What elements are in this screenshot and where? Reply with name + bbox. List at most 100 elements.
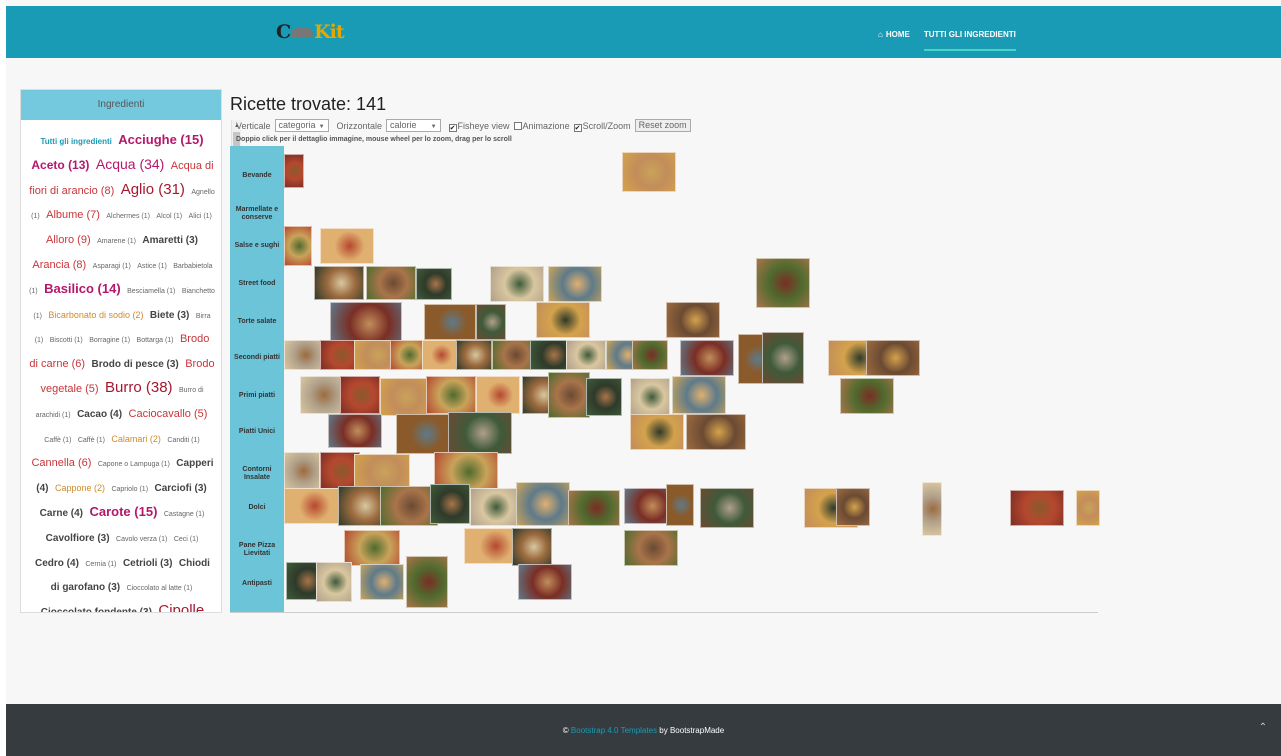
ingredient-tag[interactable]: Capriolo (1)	[111, 486, 148, 493]
ingredient-tag[interactable]: Caffè (1)	[78, 437, 105, 444]
recipe-thumbnail[interactable]	[1076, 490, 1100, 526]
recipe-thumbnail[interactable]	[470, 488, 518, 526]
recipe-thumbnail[interactable]	[840, 378, 894, 414]
recipe-thumbnail[interactable]	[700, 488, 754, 528]
ingredient-tag[interactable]: Amaretti (3)	[142, 235, 198, 246]
recipe-thumbnail[interactable]	[756, 258, 810, 308]
ingredient-tag[interactable]: Amarene (1)	[97, 238, 136, 245]
ingredient-tag[interactable]: Biete (3)	[150, 310, 189, 321]
ingredient-tag[interactable]: Carne (4)	[40, 508, 83, 519]
recipe-thumbnail[interactable]	[516, 482, 570, 526]
recipe-thumbnail[interactable]	[284, 154, 304, 188]
ingredient-tag[interactable]: Bottarga (1)	[137, 337, 174, 344]
ingredient-tag[interactable]: Albume (7)	[46, 209, 100, 221]
recipe-thumbnail[interactable]	[476, 376, 520, 414]
ingredient-tag[interactable]: Alchermes (1)	[106, 213, 150, 220]
recipe-thumbnail[interactable]	[354, 454, 410, 490]
ingredient-tag[interactable]: Biscotti (1)	[50, 337, 83, 344]
recipe-thumbnail[interactable]	[380, 378, 428, 416]
ingredient-tag[interactable]: Cacao (4)	[77, 409, 122, 420]
recipe-thumbnail[interactable]	[406, 556, 448, 608]
ingredient-tag[interactable]: Canditi (1)	[167, 437, 199, 444]
ingredient-tag[interactable]: Cioccolato fondente (3)	[41, 607, 152, 612]
fisheye-checkbox[interactable]: ✔	[448, 123, 457, 132]
vertical-select[interactable]: categoria ▼	[274, 119, 329, 132]
recipe-thumbnail[interactable]	[632, 340, 668, 370]
ingredient-tag[interactable]: Cannella (6)	[31, 457, 91, 469]
ingredient-tag[interactable]: Caciocavallo (5)	[129, 408, 208, 420]
ingredient-tag[interactable]: Basilico (14)	[44, 281, 121, 296]
recipe-thumbnail[interactable]	[456, 340, 492, 370]
ingredient-tag[interactable]: Tutti gli ingredienti	[40, 137, 111, 146]
nav-home[interactable]: ⌂ HOME	[878, 30, 910, 51]
recipe-thumbnail[interactable]	[284, 488, 340, 524]
recipe-thumbnail[interactable]	[328, 414, 382, 448]
ingredient-tag[interactable]: Ceci (1)	[174, 536, 199, 543]
ingredient-tag[interactable]: Aceto (13)	[31, 158, 89, 172]
recipe-thumbnail[interactable]	[512, 528, 552, 566]
recipe-thumbnail[interactable]	[360, 564, 404, 600]
recipe-thumbnail[interactable]	[548, 372, 590, 418]
ingredient-tag[interactable]: Carote (15)	[89, 504, 157, 519]
recipe-thumbnail[interactable]	[430, 484, 470, 524]
ingredient-tag[interactable]: Cioccolato al latte (1)	[127, 585, 193, 592]
recipe-thumbnail[interactable]	[680, 340, 734, 376]
recipe-thumbnail[interactable]	[340, 376, 380, 414]
ingredient-tag[interactable]: Alici (1)	[189, 213, 212, 220]
recipe-thumbnail[interactable]	[666, 484, 694, 526]
ingredient-tag[interactable]: Borragine (1)	[89, 337, 130, 344]
horizontal-select[interactable]: calorie ▼	[386, 119, 441, 132]
ingredient-tag[interactable]: Castagne (1)	[164, 511, 204, 518]
ingredient-tag[interactable]: Cavolfiore (3)	[46, 533, 110, 544]
reset-zoom-button[interactable]: Reset zoom	[634, 119, 691, 132]
logo[interactable]: C Kit	[276, 20, 345, 44]
recipe-thumbnail[interactable]	[666, 302, 720, 338]
recipe-thumbnail[interactable]	[284, 226, 312, 266]
recipe-thumbnail[interactable]	[416, 268, 452, 300]
ingredient-tag[interactable]: Asparagi (1)	[93, 263, 131, 270]
recipe-thumbnail[interactable]	[536, 302, 590, 338]
recipe-thumbnail[interactable]	[586, 378, 622, 416]
fisheye-option[interactable]: ✔ Fisheye view	[448, 121, 510, 132]
recipe-thumbnail[interactable]	[836, 488, 870, 526]
recipe-thumbnail[interactable]	[518, 564, 572, 600]
recipe-thumbnail[interactable]	[630, 378, 670, 416]
ingredient-tag[interactable]: Bicarbonato di sodio (2)	[48, 310, 143, 320]
recipe-thumbnail[interactable]	[624, 530, 678, 566]
ingredient-tag[interactable]: Carciofi (3)	[154, 483, 206, 494]
recipe-thumbnail[interactable]	[284, 340, 324, 370]
ingredient-tag[interactable]: Cernia (1)	[85, 561, 116, 568]
recipe-thumbnail[interactable]	[476, 304, 506, 340]
ingredient-tag[interactable]: Caffè (1)	[44, 437, 71, 444]
recipe-thumbnail[interactable]	[366, 266, 416, 300]
scrollzoom-option[interactable]: ✔ Scroll/Zoom	[573, 121, 631, 132]
recipe-thumbnail[interactable]	[922, 482, 942, 536]
recipe-thumbnail[interactable]	[396, 414, 452, 454]
nav-all-ingredients[interactable]: TUTTI GLI INGREDIENTI	[923, 30, 1016, 51]
recipe-thumbnail[interactable]	[672, 376, 726, 414]
recipe-scatter-view[interactable]: Bevande Marmellate e conserve Salse e sugh…	[230, 146, 1100, 613]
recipe-thumbnail[interactable]	[344, 530, 400, 566]
footer-templates-link[interactable]: Bootstrap 4.0 Templates	[571, 726, 657, 735]
recipe-thumbnail[interactable]	[568, 490, 620, 526]
recipe-thumbnail[interactable]	[490, 266, 544, 302]
recipe-thumbnail[interactable]	[866, 340, 920, 376]
recipe-thumbnail[interactable]	[448, 412, 512, 454]
ingredient-tag[interactable]: Alloro (9)	[46, 234, 91, 246]
ingredient-tag[interactable]: Burro (38)	[105, 379, 173, 396]
ingredient-tag[interactable]: Alcol (1)	[156, 213, 182, 220]
recipe-thumbnail[interactable]	[630, 414, 684, 450]
ingredient-tag[interactable]: Astice (1)	[137, 263, 167, 270]
recipe-thumbnail[interactable]	[300, 376, 344, 414]
recipe-thumbnail[interactable]	[426, 376, 476, 414]
recipe-thumbnail[interactable]	[422, 340, 458, 370]
ingredient-tag[interactable]: Cappone (2)	[55, 483, 105, 493]
chevron-up-icon[interactable]: ⌃	[1255, 722, 1271, 738]
recipe-thumbnail[interactable]	[320, 228, 374, 264]
ingredient-tag[interactable]: Capone o Lampuga (1)	[98, 461, 170, 468]
ingredient-tag[interactable]: Arancia (8)	[32, 259, 86, 271]
ingredient-tag[interactable]: Cavolo verza (1)	[116, 536, 167, 543]
recipe-thumbnail[interactable]	[566, 340, 606, 370]
ingredient-tag[interactable]: Acciughe (15)	[118, 132, 203, 147]
recipe-thumbnail[interactable]	[622, 152, 676, 192]
